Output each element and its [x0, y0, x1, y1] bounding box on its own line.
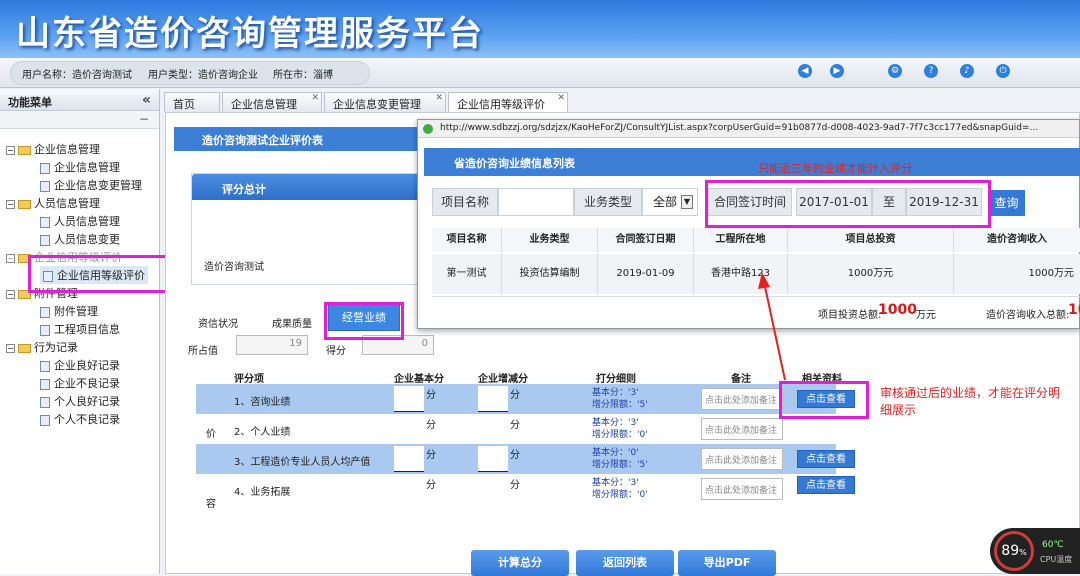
annotation-arrow	[758, 272, 786, 381]
cpu-widget: 89% 60℃ CPU温度	[990, 528, 1080, 574]
arrow-head	[758, 272, 770, 289]
arrow-line	[763, 281, 786, 381]
cpu-temp-label: CPU温度	[1040, 555, 1073, 564]
cpu-gauge: 89%	[994, 531, 1034, 571]
annotation-note: 审核通过后的业绩，才能在评分明细展示	[880, 386, 1061, 417]
cpu-temp: 60℃	[1042, 540, 1064, 550]
cpu-percent: 89	[1001, 543, 1020, 559]
